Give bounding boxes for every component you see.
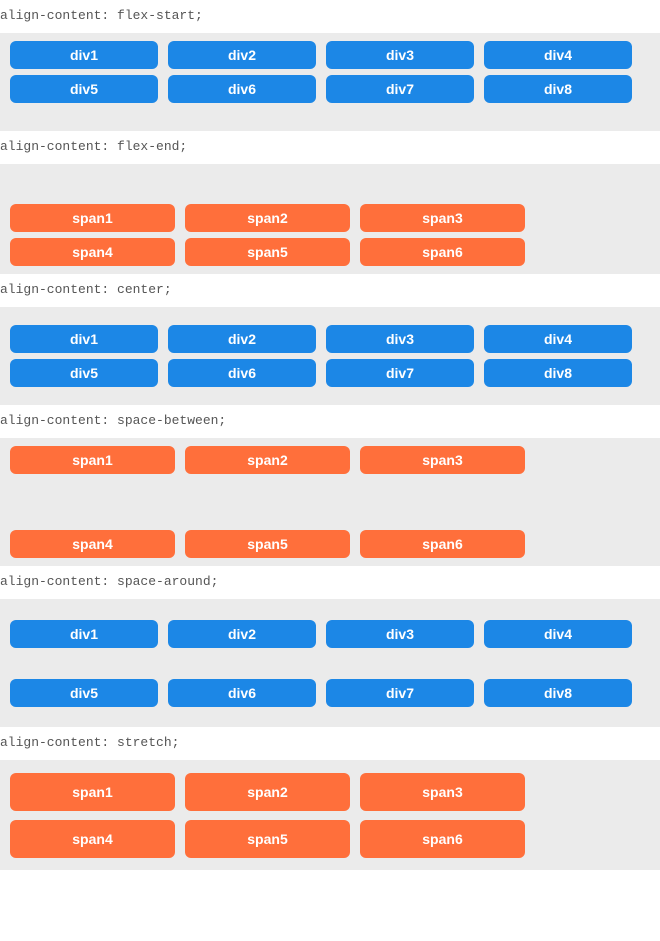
flex-item: div2 (168, 325, 316, 353)
code-label: align-content: space-around; (0, 566, 660, 599)
flex-item: div2 (168, 41, 316, 69)
flex-item: span4 (10, 238, 175, 266)
flex-item: span6 (360, 238, 525, 266)
flex-item: div7 (326, 75, 474, 103)
flex-item: span2 (185, 773, 350, 811)
stretch-row: span4 span5 span6 (10, 815, 650, 862)
flex-item: div4 (484, 620, 632, 648)
flex-item: div3 (326, 620, 474, 648)
flex-item: span5 (185, 238, 350, 266)
flex-item: div4 (484, 41, 632, 69)
flex-item: div1 (10, 620, 158, 648)
flex-item: span1 (10, 446, 175, 474)
flex-item: div5 (10, 679, 158, 707)
flex-item: div1 (10, 325, 158, 353)
demo-space-between: span1 span2 span3 span4 span5 span6 (0, 438, 660, 566)
flex-item: div4 (484, 325, 632, 353)
flex-item: span4 (10, 820, 175, 858)
flex-item: span6 (360, 530, 525, 558)
code-label: align-content: flex-start; (0, 0, 660, 33)
demo-flex-start: div1 div2 div3 div4 div5 div6 div7 div8 (0, 33, 660, 131)
flex-item: span1 (10, 773, 175, 811)
flex-item: div1 (10, 41, 158, 69)
flex-item: span2 (185, 204, 350, 232)
code-label: align-content: flex-end; (0, 131, 660, 164)
flex-item: span3 (360, 773, 525, 811)
demo-stretch: span1 span2 span3 span4 span5 span6 (0, 760, 660, 870)
code-label: align-content: space-between; (0, 405, 660, 438)
flex-item: div8 (484, 75, 632, 103)
flex-item: div6 (168, 359, 316, 387)
flex-item: span4 (10, 530, 175, 558)
flex-item: div6 (168, 75, 316, 103)
flex-item: div7 (326, 679, 474, 707)
flex-item: div2 (168, 620, 316, 648)
flex-item: div3 (326, 325, 474, 353)
flex-item: div5 (10, 75, 158, 103)
flex-item: span1 (10, 204, 175, 232)
demo-flex-end: span1 span2 span3 span4 span5 span6 (0, 164, 660, 274)
flex-item: div8 (484, 679, 632, 707)
flex-item: span2 (185, 446, 350, 474)
flex-item: span3 (360, 446, 525, 474)
flex-item: div8 (484, 359, 632, 387)
flex-item: div6 (168, 679, 316, 707)
flex-item: div7 (326, 359, 474, 387)
stretch-row: span1 span2 span3 (10, 768, 650, 815)
demo-space-around: div1 div2 div3 div4 div5 div6 div7 div8 (0, 599, 660, 727)
demo-center: div1 div2 div3 div4 div5 div6 div7 div8 (0, 307, 660, 405)
flex-item: span6 (360, 820, 525, 858)
code-label: align-content: stretch; (0, 727, 660, 760)
flex-item: span5 (185, 530, 350, 558)
flex-item: span3 (360, 204, 525, 232)
code-label: align-content: center; (0, 274, 660, 307)
flex-item: span5 (185, 820, 350, 858)
flex-item: div5 (10, 359, 158, 387)
flex-item: div3 (326, 41, 474, 69)
